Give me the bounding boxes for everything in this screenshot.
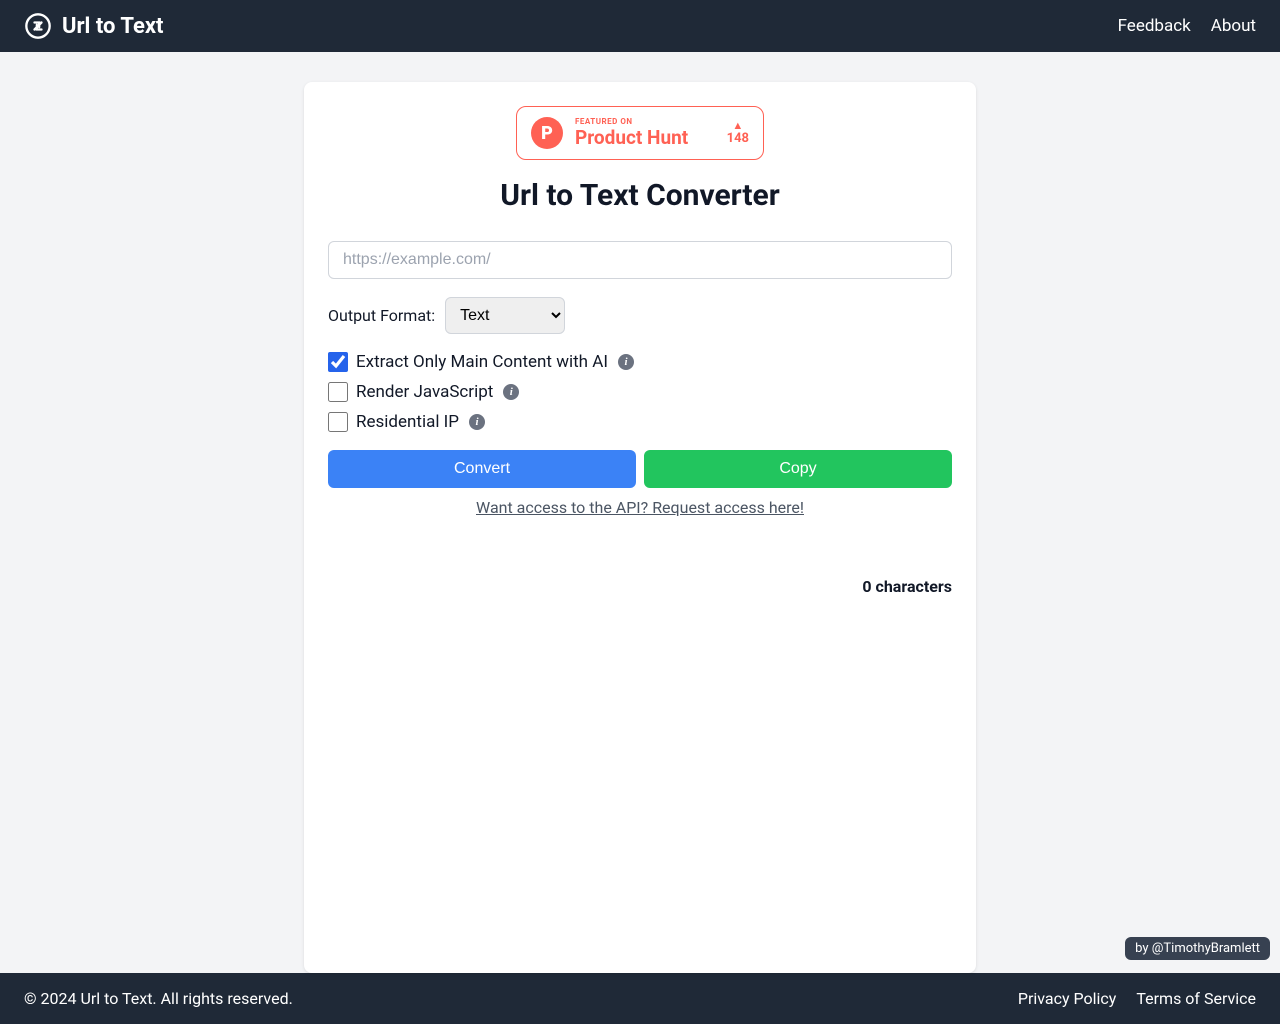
header-nav: Feedback About bbox=[1118, 16, 1256, 36]
product-hunt-text: FEATURED ON Product Hunt bbox=[575, 117, 715, 149]
vote-count: 148 bbox=[727, 131, 749, 146]
about-link[interactable]: About bbox=[1211, 16, 1256, 36]
render-js-row: Render JavaScript i bbox=[328, 382, 952, 402]
page-title: Url to Text Converter bbox=[328, 178, 952, 213]
product-hunt-wrapper: P FEATURED ON Product Hunt ▲ 148 bbox=[328, 106, 952, 160]
residential-ip-row: Residential IP i bbox=[328, 412, 952, 432]
extract-ai-checkbox[interactable] bbox=[328, 352, 348, 372]
header-left: Url to Text bbox=[24, 12, 163, 40]
format-select[interactable]: Text bbox=[445, 297, 565, 334]
api-access-link[interactable]: Want access to the API? Request access h… bbox=[328, 498, 952, 517]
copyright-text: © 2024 Url to Text. All rights reserved. bbox=[24, 989, 293, 1008]
product-hunt-votes: ▲ 148 bbox=[727, 120, 749, 146]
converter-card: P FEATURED ON Product Hunt ▲ 148 Url to … bbox=[304, 82, 976, 973]
header: Url to Text Feedback About bbox=[0, 0, 1280, 52]
character-count: 0 characters bbox=[328, 577, 952, 596]
info-icon[interactable]: i bbox=[618, 354, 634, 370]
feedback-link[interactable]: Feedback bbox=[1118, 16, 1191, 36]
link-icon bbox=[24, 12, 52, 40]
checkbox-group: Extract Only Main Content with AI i Rend… bbox=[328, 352, 952, 432]
copy-button[interactable]: Copy bbox=[644, 450, 952, 488]
product-hunt-featured: FEATURED ON bbox=[575, 117, 715, 126]
button-row: Convert Copy bbox=[328, 450, 952, 488]
product-hunt-logo-icon: P bbox=[531, 117, 563, 149]
render-js-checkbox[interactable] bbox=[328, 382, 348, 402]
residential-ip-checkbox[interactable] bbox=[328, 412, 348, 432]
main-content: P FEATURED ON Product Hunt ▲ 148 Url to … bbox=[0, 52, 1280, 973]
product-hunt-badge[interactable]: P FEATURED ON Product Hunt ▲ 148 bbox=[516, 106, 764, 160]
upvote-icon: ▲ bbox=[732, 120, 743, 131]
info-icon[interactable]: i bbox=[469, 414, 485, 430]
privacy-link[interactable]: Privacy Policy bbox=[1018, 989, 1117, 1008]
format-row: Output Format: Text bbox=[328, 297, 952, 334]
residential-ip-label[interactable]: Residential IP bbox=[356, 412, 459, 432]
extract-ai-row: Extract Only Main Content with AI i bbox=[328, 352, 952, 372]
product-hunt-title: Product Hunt bbox=[575, 126, 715, 149]
convert-button[interactable]: Convert bbox=[328, 450, 636, 488]
footer: © 2024 Url to Text. All rights reserved.… bbox=[0, 973, 1280, 1024]
footer-links: Privacy Policy Terms of Service bbox=[1018, 989, 1256, 1008]
format-label: Output Format: bbox=[328, 306, 435, 325]
app-title: Url to Text bbox=[62, 14, 163, 39]
extract-ai-label[interactable]: Extract Only Main Content with AI bbox=[356, 352, 608, 372]
info-icon[interactable]: i bbox=[503, 384, 519, 400]
render-js-label[interactable]: Render JavaScript bbox=[356, 382, 493, 402]
terms-link[interactable]: Terms of Service bbox=[1136, 989, 1256, 1008]
url-input[interactable] bbox=[328, 241, 952, 279]
attribution-badge[interactable]: by @TimothyBramlett bbox=[1125, 937, 1270, 960]
